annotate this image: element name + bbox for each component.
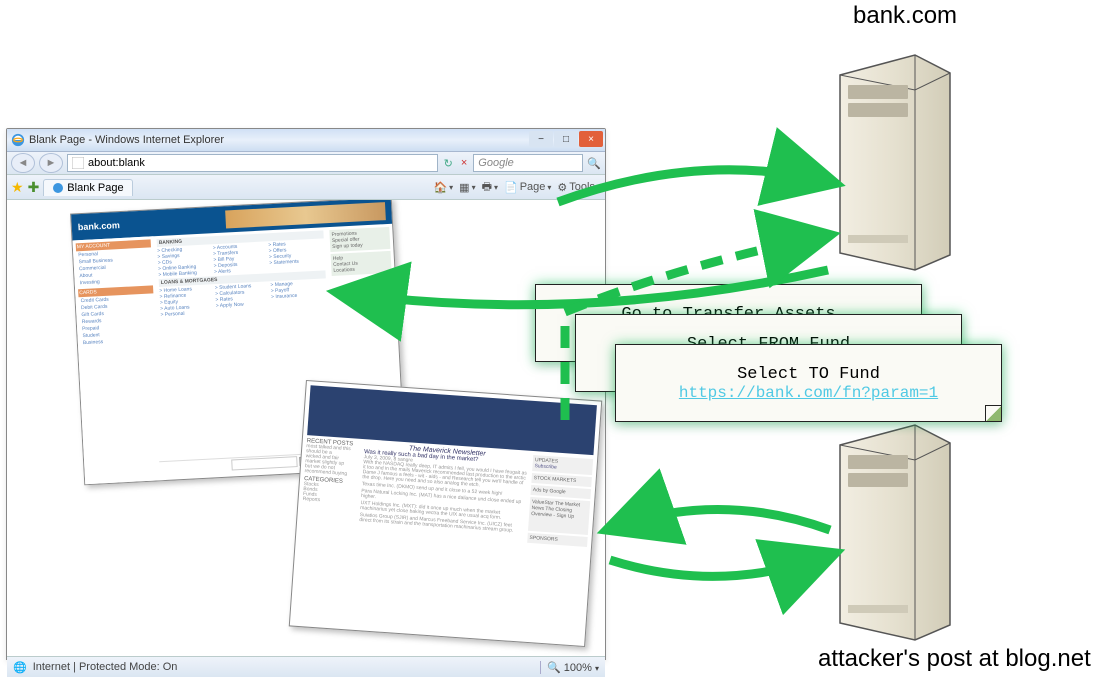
card-3-url: https://bank.com/fn?param=1 [679, 384, 938, 402]
close-button[interactable]: × [579, 131, 603, 147]
home-icon[interactable]: 🏠▾ [433, 181, 453, 194]
search-field[interactable]: Google [473, 154, 583, 172]
bank-server [830, 45, 960, 275]
tab-icon [52, 182, 64, 194]
maximize-button[interactable]: □ [554, 131, 578, 147]
title-bar: Blank Page - Windows Internet Explorer −… [7, 129, 605, 152]
status-text: Internet | Protected Mode: On [33, 661, 178, 673]
forward-button[interactable]: ► [39, 153, 63, 173]
blog-page: RECENT POSTS most talked and this should… [289, 380, 603, 647]
tab-blank[interactable]: Blank Page [43, 179, 132, 196]
tools-menu[interactable]: ⚙ Tools▾ [557, 181, 601, 194]
blog-left: RECENT POSTS most talked and this should… [301, 439, 362, 533]
bank-label: bank.com [853, 2, 957, 30]
url-text: about:blank [88, 157, 145, 169]
internet-icon: 🌐 [13, 661, 27, 674]
feeds-icon[interactable]: ▦▾ [459, 181, 475, 194]
minimize-button[interactable]: − [529, 131, 553, 147]
add-favorites-icon[interactable]: ✚ [28, 179, 40, 196]
content-area: bank.com MY ACCOUNT PersonalSmall Busine… [7, 200, 605, 656]
status-bar: 🌐 Internet | Protected Mode: On 🔍 100% ▾ [7, 656, 605, 677]
blog-main: The Maverick Newsletter Was it really su… [358, 443, 530, 544]
search-go-icon[interactable]: 🔍 [587, 157, 601, 170]
window-title: Blank Page - Windows Internet Explorer [29, 134, 224, 146]
bank-nav: MY ACCOUNT PersonalSmall BusinessCommerc… [73, 236, 167, 484]
favorites-icon[interactable]: ★ [11, 179, 24, 196]
tab-bar: ★ ✚ Blank Page 🏠▾ ▦▾ 🖶▾ 📄 Page▾ ⚙ Tools▾ [7, 175, 605, 200]
zoom-control[interactable]: 🔍 100% ▾ [540, 661, 599, 674]
page-menu[interactable]: 📄 Page▾ [504, 181, 551, 194]
blog-server [830, 415, 960, 645]
print-icon[interactable]: 🖶▾ [482, 178, 498, 197]
card-3: Select TO Fund https://bank.com/fn?param… [615, 344, 1002, 422]
browser-window: Blank Page - Windows Internet Explorer −… [6, 128, 606, 660]
ie-icon [11, 133, 25, 147]
refresh-icon[interactable]: ↻ [442, 157, 455, 170]
address-bar: ◄ ► about:blank ↻ × Google 🔍 [7, 152, 605, 175]
back-button[interactable]: ◄ [11, 153, 35, 173]
bank-brand: bank.com [78, 220, 120, 232]
bank-search-input[interactable] [231, 456, 297, 470]
attacker-label: attacker's post at blog.net [818, 645, 1091, 673]
card-3-title: Select TO Fund [737, 365, 880, 384]
url-field[interactable]: about:blank [67, 154, 438, 172]
stop-icon[interactable]: × [459, 157, 469, 169]
page-icon [72, 157, 84, 169]
blog-right: UPDATESSubscribe STOCK MARKETS Ads by Go… [527, 455, 593, 549]
tab-label: Blank Page [67, 182, 123, 194]
